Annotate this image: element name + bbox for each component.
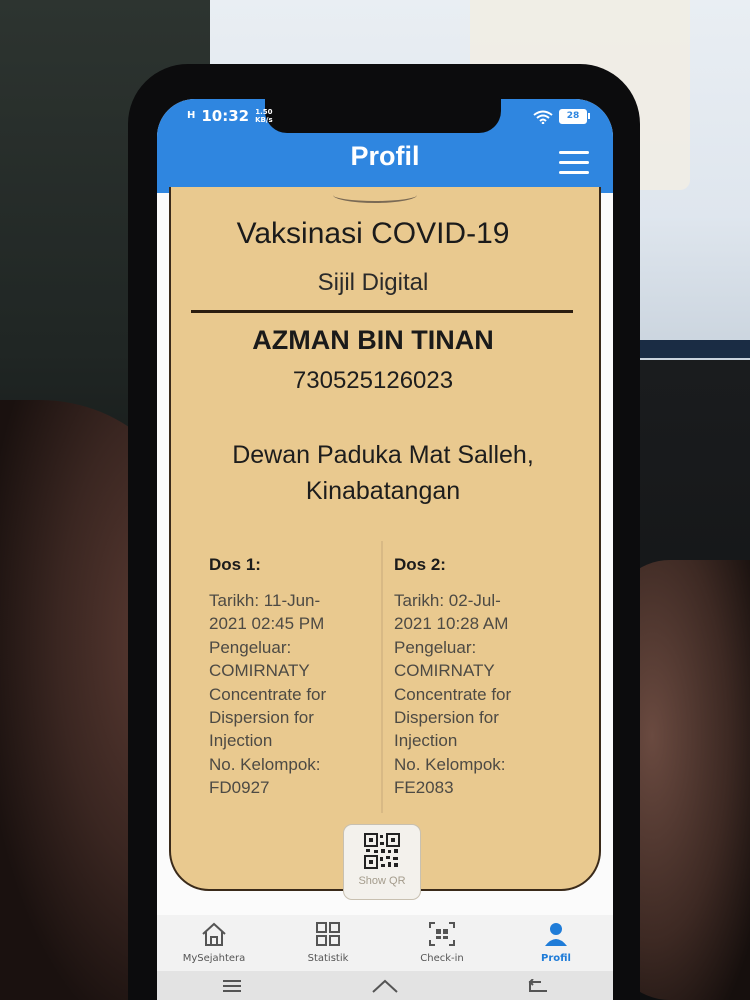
dose-date-line-2: 2021 10:28 AM — [394, 614, 509, 634]
nav-label: MySejahtera — [182, 953, 246, 964]
network-speed: 1.50 KB/s — [255, 108, 272, 124]
menu-bar — [559, 161, 589, 164]
hamburger-menu-icon[interactable] — [559, 151, 589, 175]
person-icon — [545, 923, 567, 946]
page-title: Profil — [350, 141, 420, 171]
grid-icon — [316, 922, 340, 946]
location-line-2: Kinabatangan — [305, 477, 461, 505]
nav-item-mysejahtera[interactable]: MySejahtera — [164, 921, 264, 964]
certificate-title: Vaksinasi COVID-19 — [236, 217, 510, 250]
status-bar-left: H 10:32 1.50 KB/s — [187, 107, 273, 125]
dose-date-line-2: 2021 02:45 PM — [209, 614, 325, 634]
vaccine-line-4: Injection — [209, 731, 273, 751]
menu-bar — [559, 171, 589, 174]
nav-label: Check-in — [420, 953, 464, 964]
show-qr-label: Show QR — [358, 875, 406, 887]
home-icon — [202, 922, 226, 946]
dose-2-details: Dos 2: Tarikh: 02-Jul- 2021 10:28 AM Pen… — [394, 555, 566, 800]
nav-label: Statistik — [307, 953, 349, 964]
batch-label: No. Kelompok: — [209, 754, 321, 774]
qr-code-icon — [364, 833, 400, 869]
recent-apps-icon[interactable] — [221, 979, 243, 993]
vaccination-location: Dewan Paduka Mat Salleh, Kinabatangan — [187, 437, 579, 509]
dose-column-divider — [381, 541, 383, 813]
vaccine-line-2: Concentrate for — [394, 684, 512, 704]
holder-name: AZMAN BIN TINAN — [252, 325, 494, 355]
title-divider — [191, 310, 573, 313]
nav-item-check-in[interactable]: Check-in — [392, 921, 492, 964]
dose-heading: Dos 1: — [209, 555, 261, 574]
vaccine-line-3: Dispersion for — [394, 708, 499, 728]
vaccine-line-2: Concentrate for — [209, 684, 327, 704]
camera-notch — [265, 99, 501, 133]
card-top-emblem — [333, 187, 417, 203]
manufacturer-label: Pengeluar: — [209, 637, 292, 657]
vaccine-line-1: COMIRNATY — [394, 661, 495, 681]
nav-item-profil[interactable]: Profil — [506, 921, 606, 964]
system-navigation-bar — [157, 971, 613, 1000]
network-speed-value: 1.50 — [255, 108, 273, 116]
background-taskbar — [640, 340, 750, 358]
battery-icon: 28 — [559, 109, 590, 124]
manufacturer-label: Pengeluar: — [394, 637, 477, 657]
location-line-1: Dewan Paduka Mat Salleh, — [232, 441, 534, 469]
network-speed-unit: KB/s — [255, 116, 273, 124]
dose-1-details: Dos 1: Tarikh: 11-Jun- 2021 02:45 PM Pen… — [209, 555, 381, 800]
app-header: H 10:32 1.50 KB/s 28 Profil — [157, 99, 613, 193]
home-button-icon[interactable] — [371, 978, 399, 994]
batch-label: No. Kelompok: — [394, 754, 506, 774]
menu-bar — [559, 151, 589, 154]
status-bar-right: 28 — [533, 109, 590, 124]
phone-screen: H 10:32 1.50 KB/s 28 Profil Vaksinasi CO… — [157, 99, 613, 1000]
certificate-subtitle: Sijil Digital — [317, 269, 429, 296]
signal-indicator: H — [187, 110, 196, 121]
batch-number: FE2083 — [394, 778, 454, 798]
bottom-navigation: MySejahtera Statistik Check-in Profil — [157, 915, 613, 977]
dose-date-line-1: Tarikh: 02-Jul- — [394, 591, 501, 610]
nav-item-statistik[interactable]: Statistik — [278, 921, 378, 964]
vaccine-line-3: Dispersion for — [209, 708, 314, 728]
holder-ic-number: 730525126023 — [292, 367, 454, 394]
clock: 10:32 — [201, 107, 250, 125]
back-icon[interactable] — [527, 978, 549, 993]
wifi-icon — [533, 110, 553, 124]
batch-number: FD0927 — [209, 778, 270, 798]
show-qr-button[interactable]: Show QR — [343, 824, 421, 900]
vaccine-line-4: Injection — [394, 731, 458, 751]
dose-heading: Dos 2: — [394, 555, 446, 574]
qr-scan-icon — [429, 922, 455, 946]
dose-date-line-1: Tarikh: 11-Jun- — [209, 591, 321, 610]
vaccine-line-1: COMIRNATY — [209, 661, 310, 681]
nav-label: Profil — [541, 953, 571, 964]
